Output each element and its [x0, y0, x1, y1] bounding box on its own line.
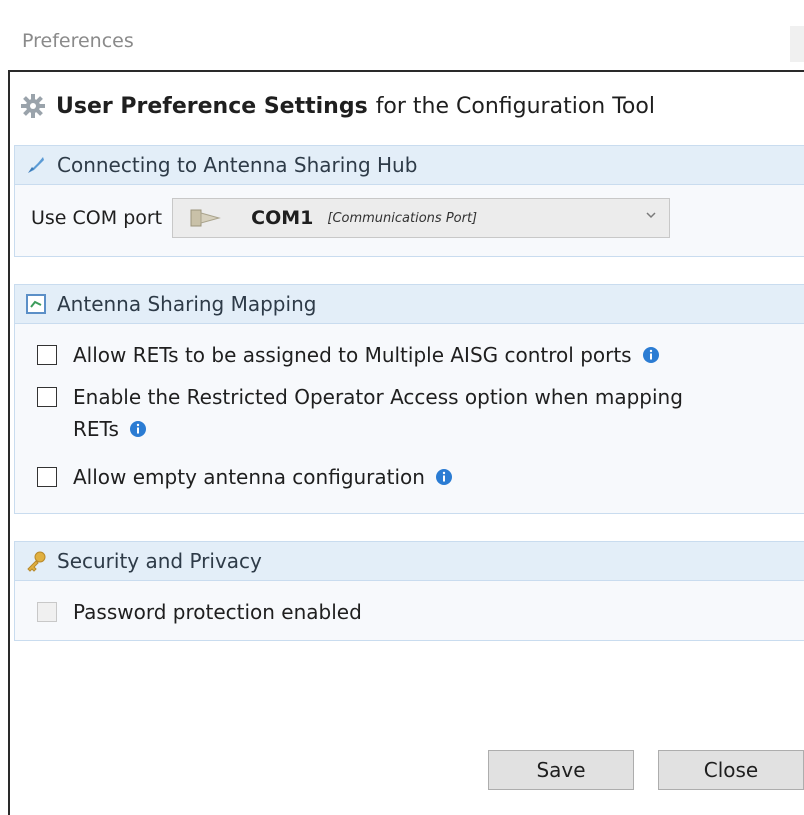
com-port-value: COM1	[251, 207, 314, 229]
restricted-access-label-line2: RETs	[73, 417, 119, 441]
com-port-select[interactable]: COM1 [Communications Port]	[172, 198, 671, 238]
close-button[interactable]: Close	[658, 750, 804, 790]
title-bar: Preferences	[0, 0, 804, 70]
multiple-aisg-option[interactable]: Allow RETs to be assigned to Multiple AI…	[37, 339, 660, 371]
com-port-label: Use COM port	[31, 207, 163, 229]
window-title: Preferences	[22, 30, 134, 52]
key-icon	[27, 551, 46, 572]
security-group-header: Security and Privacy	[15, 542, 804, 581]
multiple-aisg-label: Allow RETs to be assigned to Multiple AI…	[73, 343, 632, 367]
security-group: Security and Privacy Password protection…	[14, 541, 804, 641]
multiple-aisg-text: Allow RETs to be assigned to Multiple AI…	[73, 339, 660, 371]
info-icon[interactable]	[642, 346, 660, 364]
hub-group: Connecting to Antenna Sharing Hub Use CO…	[14, 145, 804, 257]
password-option: Password protection enabled	[37, 596, 362, 628]
page-header: User Preference Settings for the Configu…	[20, 90, 655, 122]
com-port-description: [Communications Port]	[327, 210, 478, 226]
save-button[interactable]: Save	[488, 750, 634, 790]
mapping-group-title: Antenna Sharing Mapping	[57, 292, 317, 316]
mapping-group: Antenna Sharing Mapping Allow RETs to be…	[14, 284, 804, 514]
security-group-title: Security and Privacy	[57, 549, 262, 573]
mapping-group-header: Antenna Sharing Mapping	[15, 285, 804, 324]
mapping-icon	[26, 294, 46, 314]
info-icon[interactable]	[435, 468, 453, 486]
preferences-window: User Preference Settings for the Configu…	[8, 70, 804, 815]
restricted-access-checkbox[interactable]	[37, 387, 57, 407]
restricted-access-option[interactable]: Enable the Restricted Operator Access op…	[37, 381, 683, 445]
password-label: Password protection enabled	[73, 600, 362, 624]
hub-group-title: Connecting to Antenna Sharing Hub	[57, 153, 418, 177]
empty-antenna-text: Allow empty antenna configuration	[73, 461, 453, 493]
com-port-row: Use COM port COM1 [Communications Port]	[31, 198, 671, 238]
empty-antenna-checkbox[interactable]	[37, 467, 57, 487]
hub-group-header: Connecting to Antenna Sharing Hub	[15, 146, 804, 185]
com-port-icon	[190, 209, 222, 227]
info-icon[interactable]	[129, 420, 147, 438]
chevron-down-icon	[646, 212, 656, 219]
password-checkbox[interactable]	[37, 602, 57, 622]
restricted-access-text: Enable the Restricted Operator Access op…	[73, 381, 683, 445]
empty-antenna-option[interactable]: Allow empty antenna configuration	[37, 461, 453, 493]
multiple-aisg-checkbox[interactable]	[37, 345, 57, 365]
plug-icon	[28, 157, 44, 173]
header-subtitle: for the Configuration Tool	[375, 93, 655, 119]
header-title: User Preference Settings	[56, 93, 368, 119]
empty-antenna-label: Allow empty antenna configuration	[73, 465, 425, 489]
restricted-access-label-line1: Enable the Restricted Operator Access op…	[73, 385, 683, 409]
title-bar-button[interactable]	[790, 26, 804, 62]
gear-icon	[21, 94, 45, 118]
